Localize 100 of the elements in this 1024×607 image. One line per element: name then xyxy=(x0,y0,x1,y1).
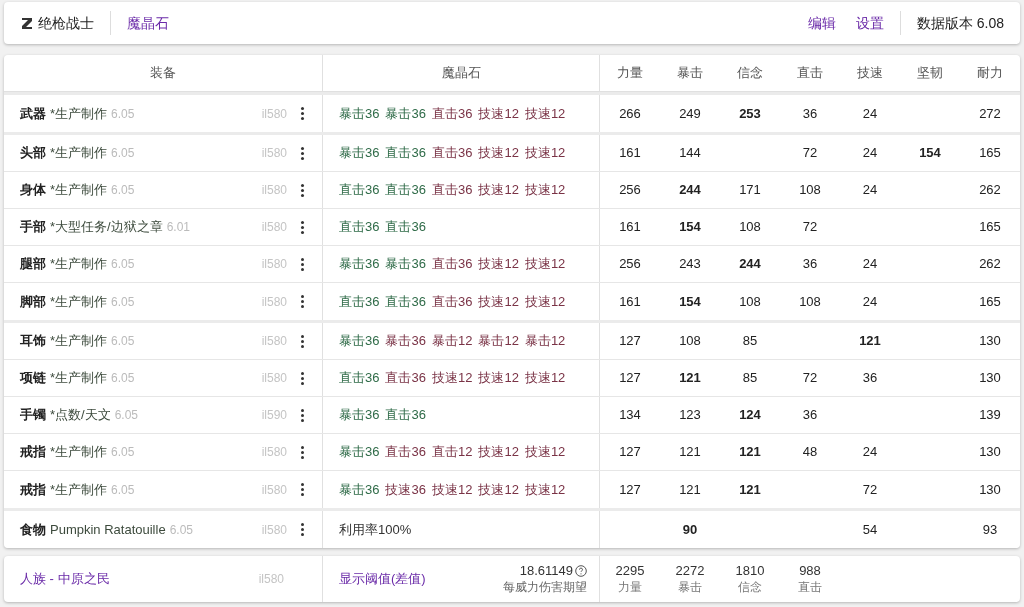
column-header: 暴击 xyxy=(677,64,703,83)
materia-tag[interactable]: 技速12 xyxy=(431,368,473,388)
job-name: 绝枪战士 xyxy=(38,13,94,33)
materia-tag[interactable]: 直击36 xyxy=(431,103,473,124)
more-icon[interactable] xyxy=(299,482,306,497)
more-icon[interactable] xyxy=(299,444,306,460)
stat-value: 36 xyxy=(802,255,818,274)
materia-tag[interactable]: 暴击36 xyxy=(339,103,380,124)
materia-tag[interactable]: 直击36 xyxy=(339,291,380,312)
materia-tag[interactable]: 暴击12 xyxy=(478,331,519,351)
stat-value: 121 xyxy=(739,443,761,462)
materia-tag[interactable]: 技速12 xyxy=(478,291,519,312)
item-patch: 6.05 xyxy=(111,145,135,162)
materia-tag[interactable]: 技速36 xyxy=(385,479,426,500)
damage-label: 每威力伤害期望 xyxy=(503,579,587,595)
action-link[interactable]: 设置 xyxy=(855,12,884,34)
item-level: il580 xyxy=(261,521,287,539)
materia-tag[interactable]: 技速12 xyxy=(524,442,566,462)
materia-tag[interactable]: 直击36 xyxy=(339,368,380,388)
stat-value: 134 xyxy=(619,406,641,425)
materia-tag[interactable]: 暴击12 xyxy=(524,331,566,351)
materia-tag[interactable]: 技速12 xyxy=(478,479,519,500)
materia-tag[interactable]: 暴击36 xyxy=(339,254,380,274)
item-source: *生产制作 xyxy=(50,292,108,311)
stat-value: 161 xyxy=(619,144,641,163)
materia-tag[interactable]: 技速12 xyxy=(478,368,519,388)
materia-tag[interactable]: 暴击36 xyxy=(339,442,380,462)
stat-value: 24 xyxy=(862,255,878,274)
materia-tag[interactable]: 技速12 xyxy=(524,368,566,388)
more-icon[interactable] xyxy=(299,106,306,121)
stat-value: 123 xyxy=(679,406,701,425)
materia-tag[interactable]: 直击36 xyxy=(385,180,426,200)
total-label: 暴击 xyxy=(678,579,702,595)
more-icon[interactable] xyxy=(299,182,306,198)
slot-name: 戒指 xyxy=(20,443,46,462)
materia-tag[interactable]: 技速12 xyxy=(524,254,566,274)
data-version: 数据版本 6.08 xyxy=(916,13,1004,33)
materia-tag[interactable]: 技速12 xyxy=(524,143,566,163)
more-icon[interactable] xyxy=(299,333,306,349)
help-icon[interactable] xyxy=(575,565,587,577)
materia-tag[interactable]: 暴击36 xyxy=(339,405,380,425)
materia-tag[interactable]: 暴击36 xyxy=(339,479,380,500)
materia-tag[interactable]: 直击36 xyxy=(339,180,380,200)
stat-value: 154 xyxy=(679,218,701,237)
stat-value: 139 xyxy=(979,406,1001,425)
stat-value: 130 xyxy=(979,480,1001,499)
stat-value: 72 xyxy=(802,369,818,388)
materia-tag[interactable]: 暴击36 xyxy=(385,331,426,351)
stat-value: 24 xyxy=(862,292,878,311)
slot-name: 身体 xyxy=(20,181,46,200)
materia-tag[interactable]: 暴击36 xyxy=(339,331,380,351)
more-icon[interactable] xyxy=(299,522,306,537)
materia-tag[interactable]: 技速12 xyxy=(478,103,519,124)
action-link[interactable]: 编辑 xyxy=(807,12,836,34)
materia-tag[interactable]: 直击36 xyxy=(385,368,426,388)
materia-tag[interactable]: 直击36 xyxy=(431,291,473,312)
materia-tag[interactable]: 直击36 xyxy=(385,217,426,237)
stat-value: 85 xyxy=(742,369,758,388)
threshold-link[interactable]: 显示阈值(差值) xyxy=(339,569,426,589)
stat-value: 54 xyxy=(862,520,878,539)
materia-tag[interactable]: 技速12 xyxy=(524,103,566,124)
materia-tag[interactable]: 技速12 xyxy=(524,479,566,500)
materia-tag[interactable]: 暴击36 xyxy=(339,143,380,163)
materia-tag[interactable]: 直击36 xyxy=(431,180,473,200)
materia-tag[interactable]: 技速12 xyxy=(478,143,519,163)
materia-tag[interactable]: 直击36 xyxy=(385,405,426,425)
materia-tag[interactable]: 直击36 xyxy=(431,143,473,163)
more-icon[interactable] xyxy=(299,370,306,386)
total-value: 1810 xyxy=(735,563,765,579)
stat-value: 130 xyxy=(979,443,1001,462)
materia-tag[interactable]: 技速12 xyxy=(431,479,473,500)
stat-value: 48 xyxy=(802,443,818,462)
materia-tag[interactable]: 直击36 xyxy=(385,291,426,312)
materia-tag[interactable]: 技速12 xyxy=(478,180,519,200)
item-source: *生产制作 xyxy=(50,181,108,200)
materia-tag[interactable]: 技速12 xyxy=(478,442,519,462)
more-icon[interactable] xyxy=(299,219,306,235)
materia-tag[interactable]: 技速12 xyxy=(524,180,566,200)
more-icon[interactable] xyxy=(299,294,306,309)
materia-tag[interactable]: 暴击36 xyxy=(385,103,426,124)
materia-tag[interactable]: 技速12 xyxy=(478,254,519,274)
total-value: 988 xyxy=(799,563,821,579)
materia-tag[interactable]: 直击36 xyxy=(431,254,473,274)
more-icon[interactable] xyxy=(299,407,306,423)
materia-tag[interactable]: 直击12 xyxy=(431,442,473,462)
more-icon[interactable] xyxy=(299,145,306,161)
materia-tag[interactable]: 暴击12 xyxy=(431,331,473,351)
item-source: *大型任务/边狱之章 xyxy=(50,218,163,237)
race-link[interactable]: 人族 - 中原之民 xyxy=(20,569,110,589)
materia-tag[interactable]: 直击36 xyxy=(339,217,380,237)
materia-tag[interactable]: 技速12 xyxy=(524,291,566,312)
more-icon[interactable] xyxy=(299,256,306,272)
materia-tag[interactable]: 直击36 xyxy=(385,442,426,462)
materia-tag[interactable]: 暴击36 xyxy=(385,254,426,274)
stat-value: 262 xyxy=(979,255,1001,274)
materia-tag[interactable]: 直击36 xyxy=(385,143,426,163)
item-source: *生产制作 xyxy=(50,443,108,462)
stat-value: 127 xyxy=(619,443,641,462)
materia-link[interactable]: 魔晶石 xyxy=(127,12,169,34)
stat-value: 266 xyxy=(619,104,641,123)
